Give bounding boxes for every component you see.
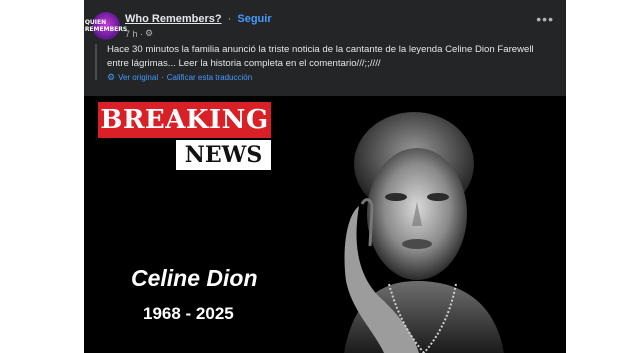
- translation-separator: ·: [161, 73, 164, 82]
- follow-button[interactable]: Seguir: [237, 13, 271, 25]
- post-meta-row: 7 h · ⚙: [125, 28, 153, 39]
- page-avatar[interactable]: QUIEN REMEMBERS: [85, 12, 127, 40]
- celebrity-name: Celine Dion: [131, 265, 258, 291]
- post-author-row: Who Remembers? · Seguir: [125, 13, 272, 25]
- name-separator: ·: [227, 13, 232, 25]
- facebook-post-header: QUIEN REMEMBERS Who Remembers? · Seguir …: [84, 0, 566, 96]
- more-options-icon[interactable]: •••: [536, 12, 554, 26]
- rate-translation-link[interactable]: Calificar esta traducción: [167, 73, 252, 82]
- post-text: Hace 30 minutos la familia anunció la tr…: [107, 44, 534, 69]
- page-name-link[interactable]: Who Remembers?: [125, 13, 222, 25]
- breaking-banner: BREAKING: [98, 102, 271, 138]
- view-original-link[interactable]: Ver original: [118, 73, 158, 82]
- post-image[interactable]: BREAKING NEWS Celine Dion 1968 - 2025: [84, 96, 566, 353]
- post-timestamp[interactable]: 7 h ·: [125, 29, 143, 39]
- translate-icon: ⚙: [107, 72, 116, 82]
- translation-row: ⚙ Ver original · Calificar esta traducci…: [107, 72, 252, 83]
- audience-gear-icon: ⚙: [145, 28, 154, 38]
- life-years: 1968 - 2025: [143, 304, 234, 323]
- translated-quote-bar: [95, 44, 97, 80]
- news-banner: NEWS: [176, 140, 271, 170]
